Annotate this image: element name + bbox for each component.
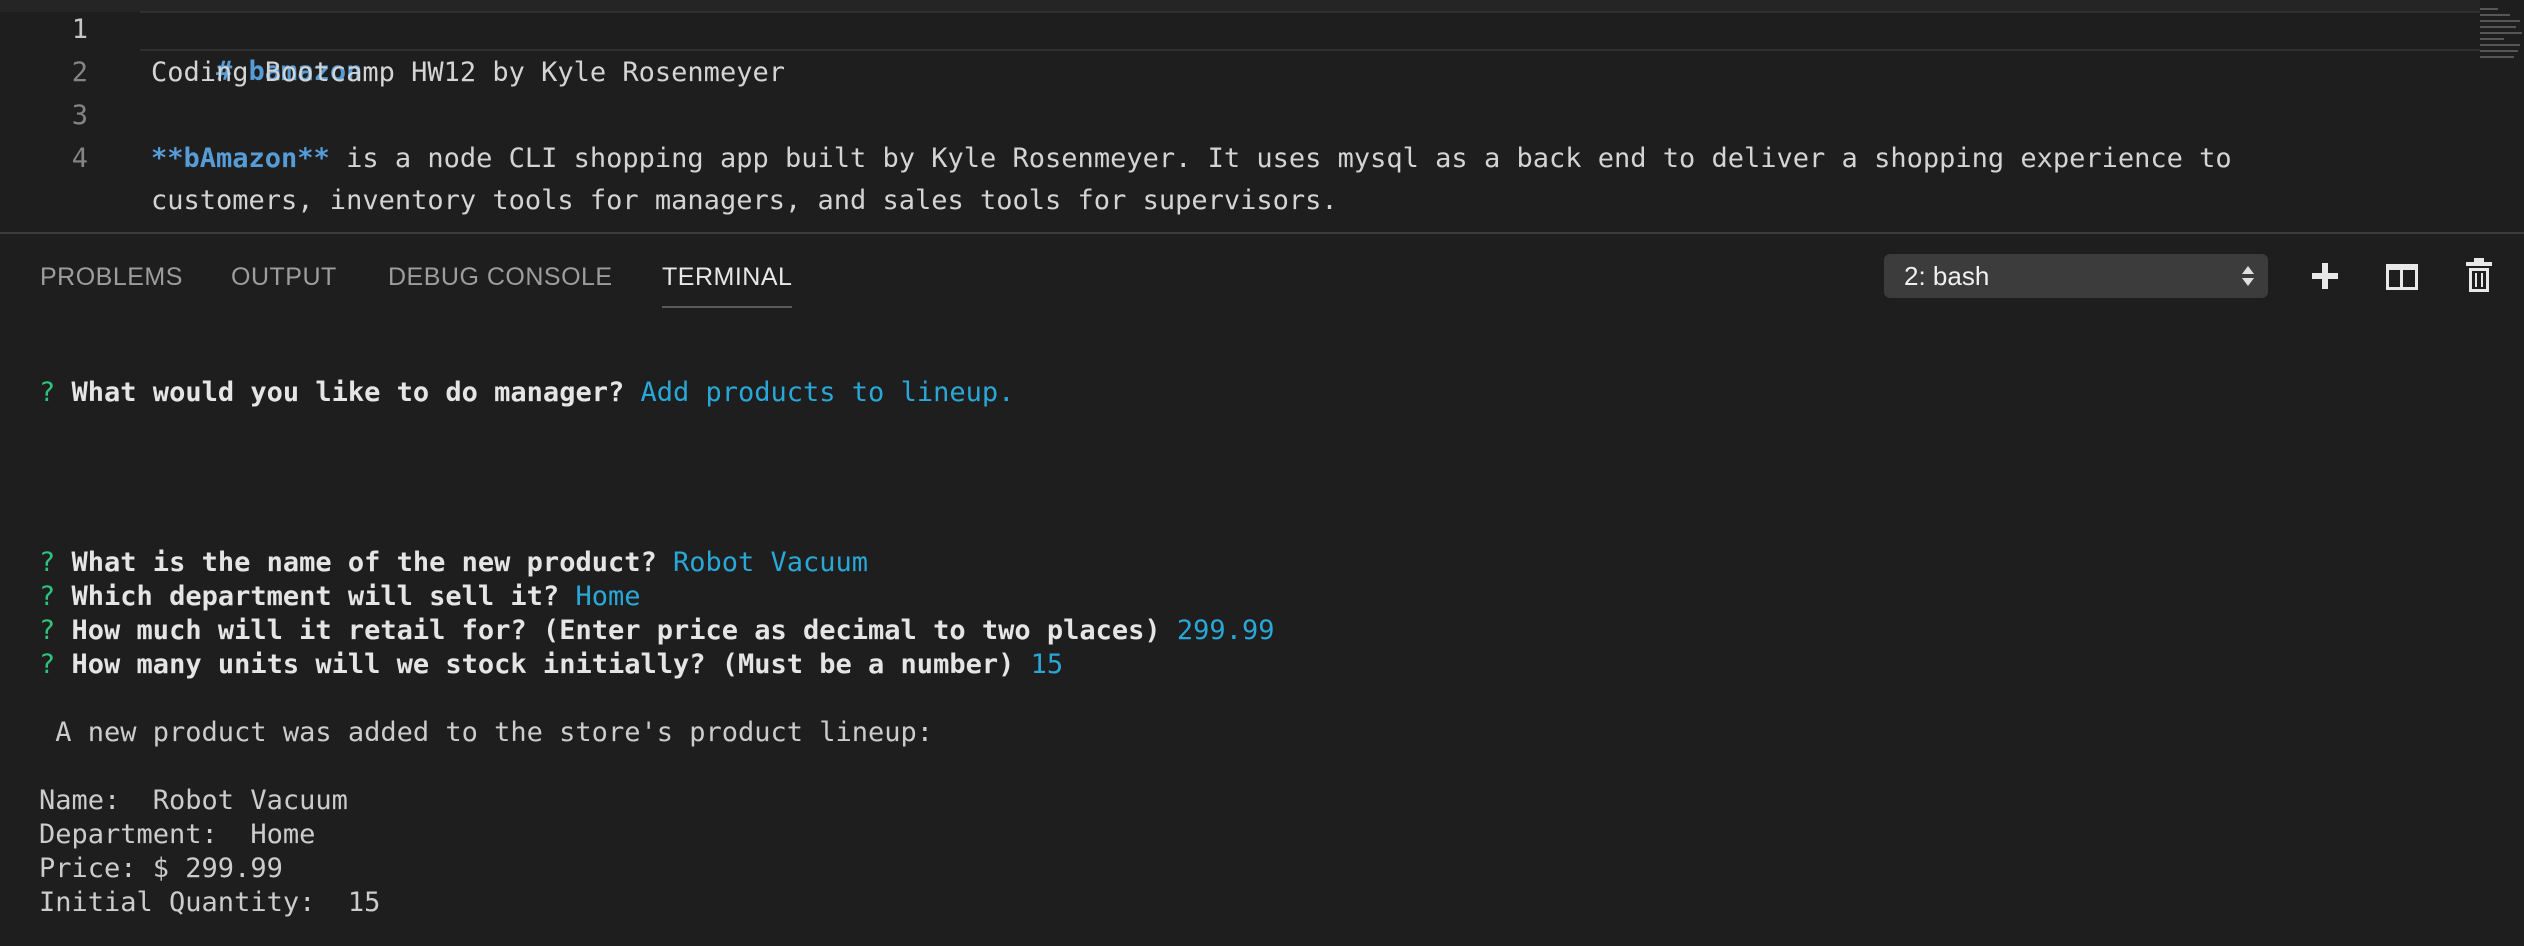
line-number: 1 [71,14,88,45]
prompt-symbol: ? [39,649,56,680]
prompt-answer: 15 [1030,649,1064,680]
prompt-question: What would you like to do manager? [71,377,625,408]
line-number: 3 [71,100,88,131]
prompt-question: What is the name of the new product? [71,547,657,578]
code-line-wrap[interactable]: customers, inventory tools for managers,… [151,180,1338,222]
minimap[interactable] [2480,8,2524,88]
prompt-symbol: ? [39,547,56,578]
terminal-select[interactable]: 2: bash [1884,254,2268,298]
prompt-symbol: ? [39,581,56,612]
tab-output[interactable]: OUTPUT [231,262,337,292]
prompt-answer: Robot Vacuum [673,547,869,578]
tab-problems[interactable]: PROBLEMS [40,262,183,292]
trash-icon[interactable] [2458,256,2498,296]
code-line[interactable]: **bAmazon** is a node CLI shopping app b… [151,138,2232,180]
prompt-answer: Add products to lineup. [640,377,1015,408]
prompt-line: ? What is the name of the new product? R… [39,546,868,580]
prompt-line: ? How many units will we stock initially… [39,648,1063,682]
output-detail-department: Department: Home [39,819,316,850]
terminal-output[interactable]: ? What would you like to do manager? Add… [0,318,2524,946]
output-confirmation: A new product was added to the store's p… [39,717,934,748]
current-line-highlight [140,11,2480,51]
tab-terminal[interactable]: TERMINAL [662,262,793,308]
prompt-line: ? What would you like to do manager? Add… [39,376,1014,410]
output-detail-name: Name: Robot Vacuum [39,785,348,816]
prompt-question: How many units will we stock initially? … [71,649,1015,680]
prompt-line: ? How much will it retail for? (Enter pr… [39,614,1274,648]
panel-tab-bar: PROBLEMS OUTPUT DEBUG CONSOLE TERMINAL 2… [0,234,2524,318]
prompt-line: ? Which department will sell it? Home [39,580,641,614]
output-detail-quantity: Initial Quantity: 15 [39,887,381,918]
prompt-symbol: ? [39,377,56,408]
select-arrows-icon [2242,264,2254,288]
prompt-symbol: ? [39,615,56,646]
code-text: is a node CLI shopping app built by Kyle… [329,143,2232,174]
markdown-bold: **bAmazon** [151,143,330,174]
code-line[interactable]: Coding Bootcamp HW12 by Kyle Rosenmeyer [151,52,785,94]
output-detail-price: Price: $ 299.99 [39,853,283,884]
prompt-answer: Home [575,581,641,612]
tab-debug-console[interactable]: DEBUG CONSOLE [388,262,613,292]
prompt-answer: 299.99 [1176,615,1275,646]
line-number: 4 [71,143,88,174]
prompt-question: How much will it retail for? (Enter pric… [71,615,1161,646]
terminal-select-value: 2: bash [1904,261,1990,291]
split-icon[interactable] [2382,256,2422,296]
code-editor[interactable]: 1 # bamazon 2 Coding Bootcamp HW12 by Ky… [0,0,2524,232]
line-number: 2 [71,57,88,88]
prompt-question: Which department will sell it? [71,581,560,612]
plus-icon[interactable] [2304,256,2344,296]
